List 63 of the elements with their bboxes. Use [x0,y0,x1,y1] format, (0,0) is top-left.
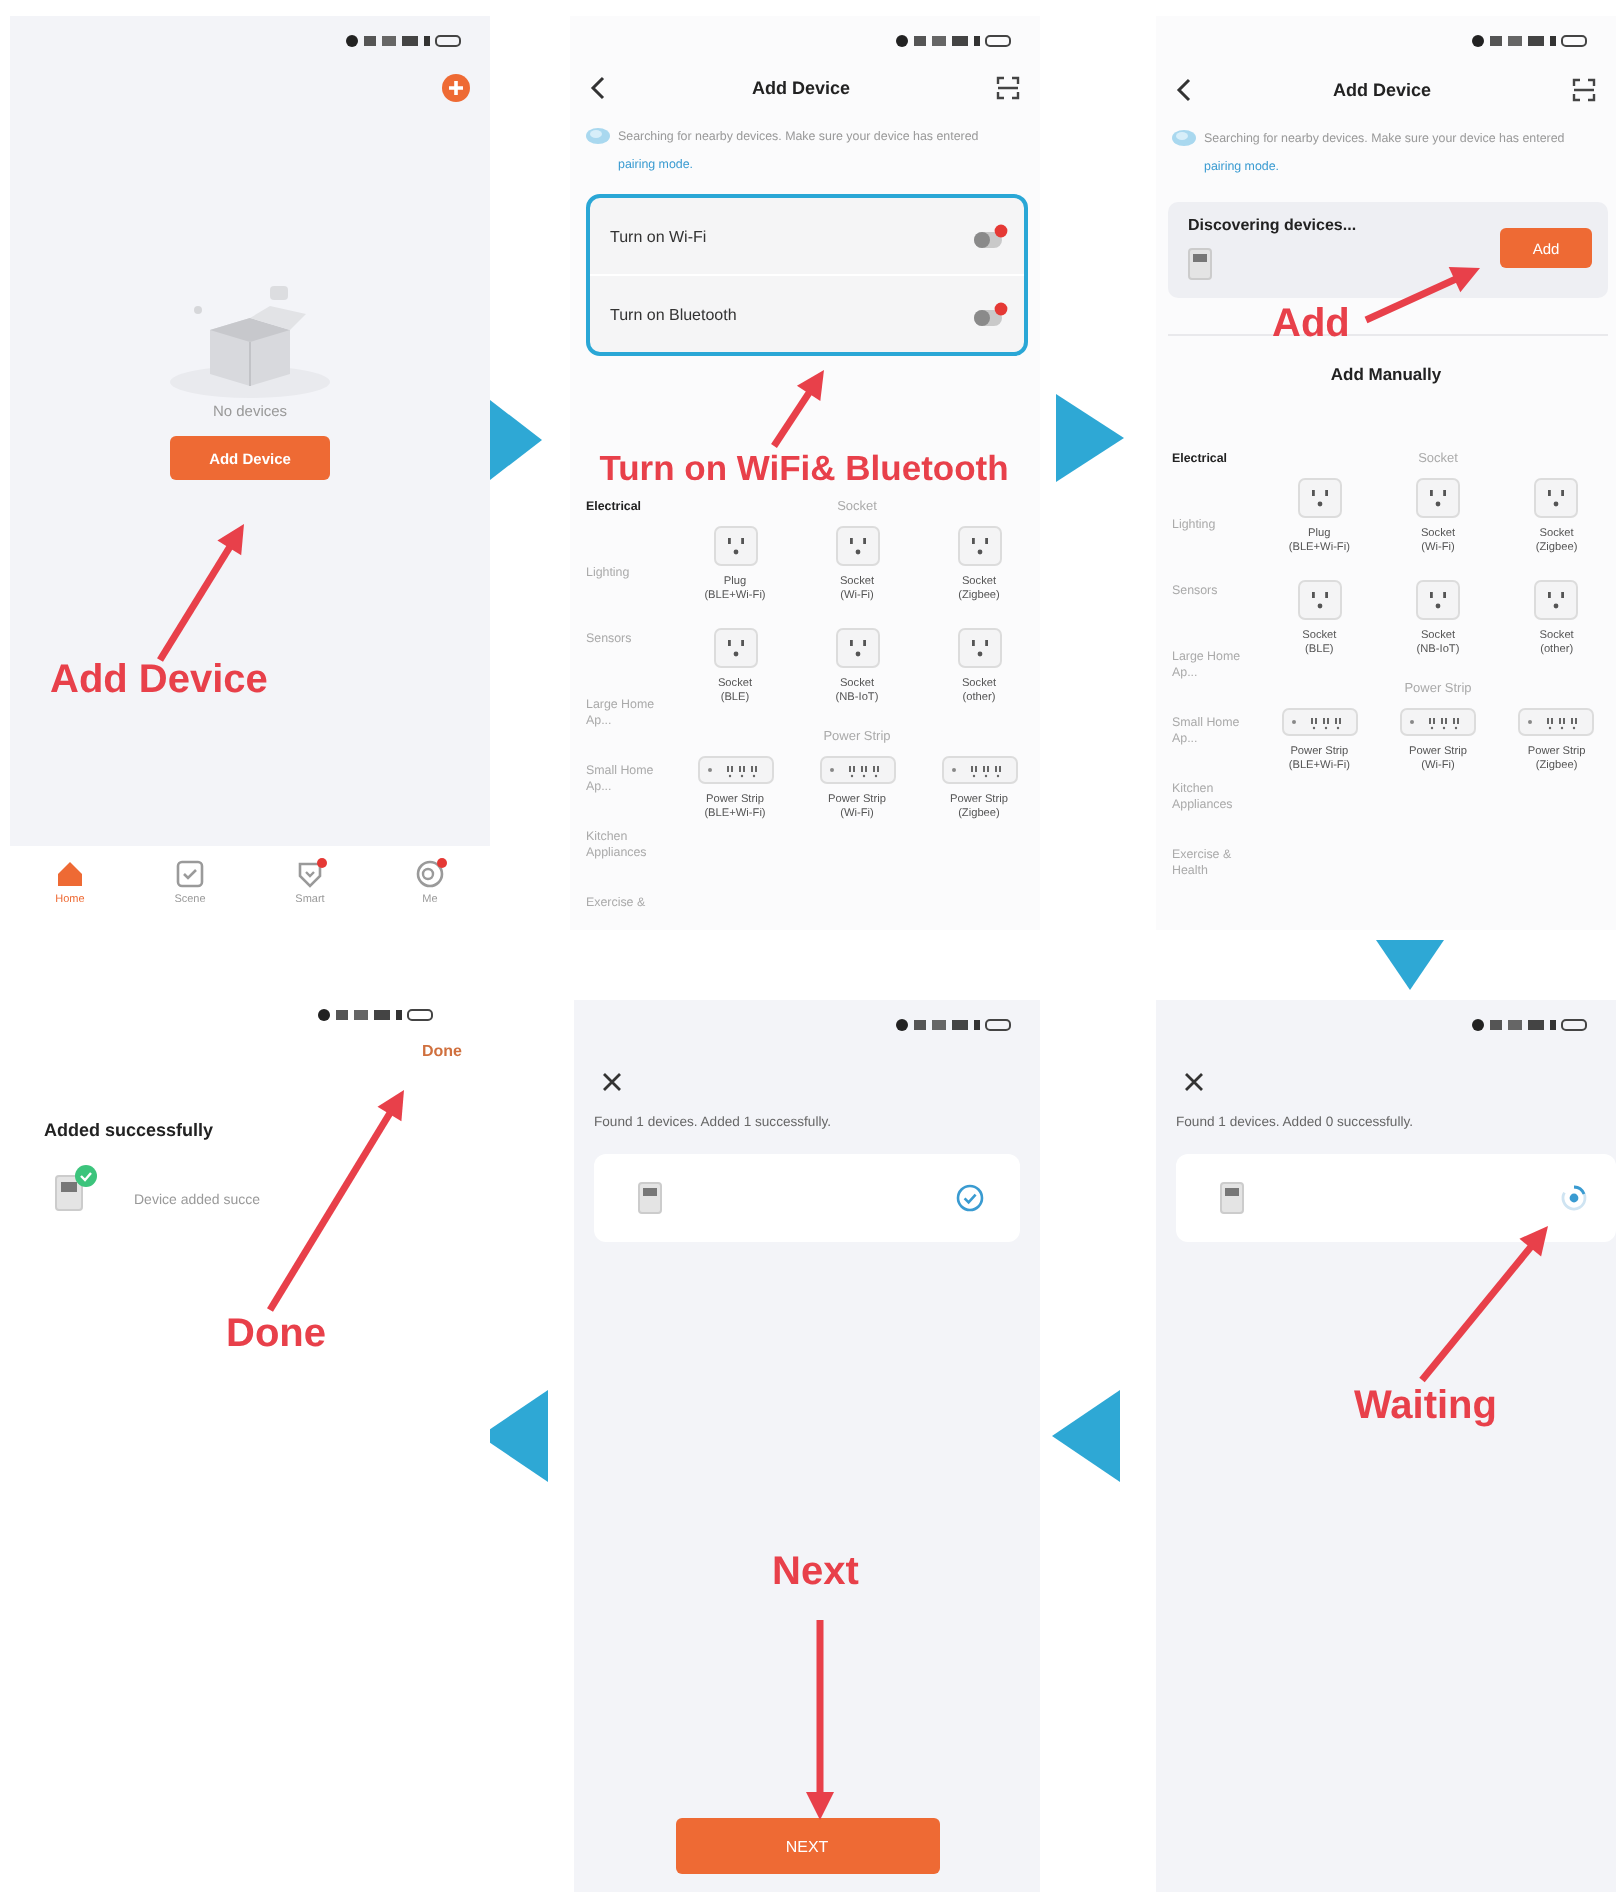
outlet-icon[interactable] [1415,478,1460,518]
toggle-label: Turn on Wi-Fi [610,227,707,245]
done-link[interactable]: Done [422,1042,462,1060]
power-strip-icon[interactable] [697,756,773,784]
success-heading: Added successfully [44,1120,216,1140]
status-icons [346,34,462,48]
next-button[interactable]: NEXT [675,1818,939,1874]
screen-title: Add Device [751,78,851,98]
flow-arrow [490,400,542,480]
status-icons [1472,34,1588,48]
back-icon[interactable] [1176,78,1192,102]
flow-arrow [1376,940,1444,990]
outlet-icon[interactable] [835,526,879,566]
callout-label: Turn on WiFi& Bluetooth [599,452,1009,487]
close-icon[interactable] [602,1072,622,1092]
outlet-icon[interactable] [835,628,879,668]
callout-label: Waiting [1354,1386,1497,1426]
device-icon [638,1182,662,1214]
status-icons [1472,1018,1588,1032]
pointer-arrow [157,524,244,662]
close-icon[interactable] [1184,1072,1204,1092]
checkbox-icon [173,858,207,890]
cloud-icon [586,126,610,144]
outlet-icon[interactable] [957,526,1001,566]
power-strip-icon[interactable] [1518,708,1595,736]
back-icon[interactable] [590,76,606,100]
callout-label: Done [226,1314,326,1354]
callout-label: Next [772,1552,859,1592]
device-added-icon [54,1164,98,1212]
section-title: Add Manually [1328,364,1444,384]
callout-label: Add Device [50,660,268,700]
power-strip-icon[interactable] [1281,708,1358,736]
power-strip-icon[interactable] [819,756,895,784]
add-icon[interactable] [442,74,470,102]
status-icons [896,1018,1012,1032]
toggle-switch[interactable] [972,301,1008,327]
device-icon [1220,1182,1244,1214]
outlet-icon[interactable] [1534,580,1579,620]
status-icons [318,1008,434,1022]
power-strip-icon[interactable] [941,756,1017,784]
flow-arrow [1056,394,1124,482]
outlet-icon[interactable] [1297,580,1342,620]
discovering-label: Discovering devices... [1188,216,1357,234]
screen-title: Add Device [1332,80,1432,100]
flow-arrow [1052,1390,1120,1482]
scan-icon[interactable] [1572,78,1596,102]
scan-icon[interactable] [996,76,1020,100]
outlet-icon[interactable] [1297,478,1342,518]
status-icons [896,34,1012,48]
device-icon [1188,248,1212,280]
toggle-switch[interactable] [972,223,1008,249]
home-icon [53,858,87,890]
outlet-icon[interactable] [1415,580,1460,620]
pointer-arrow [1364,266,1480,324]
outlet-icon[interactable] [713,526,757,566]
power-strip-icon[interactable] [1399,708,1476,736]
callout-label: Add [1272,304,1350,344]
pointer-arrow [771,370,824,448]
outlet-icon[interactable] [1534,478,1579,518]
toggle-label: Turn on Bluetooth [610,305,737,323]
cloud-icon [1172,128,1196,146]
outlet-icon[interactable] [713,628,757,668]
outlet-icon[interactable] [957,628,1001,668]
